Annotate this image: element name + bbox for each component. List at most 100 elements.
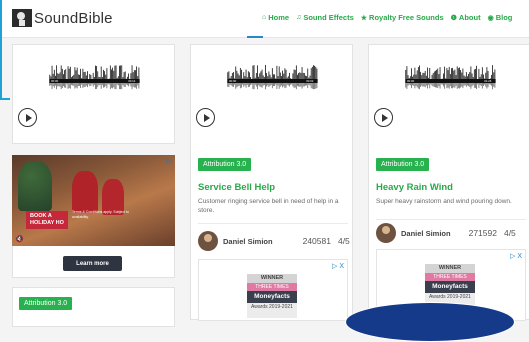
waveform-bar-reflection: [75, 83, 77, 88]
waveform[interactable]: 00:00 01:26: [373, 63, 528, 103]
waveform-bar-reflection: [289, 83, 290, 87]
avatar: [376, 223, 396, 243]
nav-label: Royalty Free Sounds: [369, 13, 444, 22]
waveform-bar-reflection: [257, 83, 258, 90]
waveform-bar-reflection: [463, 83, 465, 86]
waveform[interactable]: 00:00 00:02: [195, 63, 350, 103]
mute-icon[interactable]: 🔇: [15, 235, 24, 243]
waveform-bar-reflection: [113, 83, 115, 88]
ad-choices-icon[interactable]: ▷: [167, 157, 172, 165]
waveform-bar-reflection: [61, 83, 63, 88]
waveform-bar-reflection: [115, 83, 117, 90]
ad-choices-icon[interactable]: ▷ X: [510, 252, 522, 260]
author-row: Daniel Simion 240581 4/5: [198, 231, 350, 251]
waveform-bar-reflection: [79, 83, 80, 86]
nav-home[interactable]: ⌂ Home: [262, 13, 289, 22]
waveform-bar-reflection: [106, 83, 108, 89]
waveform-bar-reflection: [237, 83, 239, 87]
waveform-bar-reflection: [468, 83, 470, 87]
waveform-bar-reflection: [230, 83, 232, 86]
waveform-bar-reflection: [287, 83, 289, 86]
waveform-bar-reflection: [251, 83, 253, 85]
waveform-bar-reflection: [460, 83, 462, 88]
waveform-bar-reflection: [72, 83, 74, 86]
license-badge[interactable]: Attribution 3.0: [198, 158, 252, 171]
author-name[interactable]: Daniel Simion: [401, 229, 451, 238]
waveform-bar-reflection: [417, 83, 419, 89]
waveform-bar-reflection: [303, 83, 305, 87]
license-badge[interactable]: Attribution 3.0: [376, 158, 430, 171]
waveform-bar-reflection: [455, 83, 457, 86]
play-button[interactable]: [374, 108, 393, 127]
learn-more-button[interactable]: Learn more: [63, 256, 122, 271]
waveform-bar-reflection: [123, 83, 125, 87]
waveform-bar-reflection: [491, 83, 492, 86]
download-count: 240581: [302, 236, 331, 246]
waveform-bar-reflection: [292, 83, 294, 87]
award-badge: WINNER THREE TIMES Moneyfacts Awards 201…: [247, 274, 297, 318]
waveform-bar-reflection: [469, 83, 471, 87]
rating: 4/5: [337, 236, 350, 246]
nav-about[interactable]: ❶ About: [451, 13, 481, 22]
sound-title[interactable]: Heavy Rain Wind: [376, 182, 453, 193]
waveform-bar-reflection: [245, 83, 247, 88]
waveform-bar-reflection: [84, 83, 86, 87]
waveform-bar-reflection: [436, 83, 438, 88]
music-note-icon: ♫: [296, 14, 302, 21]
play-icon: [203, 113, 210, 122]
sound-title[interactable]: Service Bell Help: [198, 182, 275, 193]
nav-sound-effects[interactable]: ♫ Sound Effects: [296, 13, 354, 22]
waveform-bar-reflection: [51, 83, 53, 90]
time-start: 00:00: [229, 79, 237, 83]
waveform-bar-reflection: [64, 83, 66, 88]
time-start: 00:00: [51, 79, 59, 83]
ad-banner[interactable]: ▷ X WINNER THREE TIMES Moneyfacts Awards…: [198, 259, 348, 321]
license-badge[interactable]: Attribution 3.0: [19, 297, 73, 310]
waveform-bar-reflection: [99, 83, 101, 86]
waveform-bar-reflection: [279, 83, 281, 87]
waveform-bar-reflection: [247, 83, 249, 88]
waveform-bar-reflection: [310, 83, 312, 89]
waveform-bar-reflection: [56, 83, 58, 90]
waveform-bar-reflection: [69, 83, 71, 89]
author-name[interactable]: Daniel Simion: [223, 237, 273, 246]
waveform-bar-reflection: [451, 83, 452, 89]
waveform-bar-reflection: [87, 83, 88, 88]
waveform-bar-reflection: [103, 83, 104, 88]
award-line: Moneyfacts: [247, 291, 297, 303]
waveform-bar-reflection: [50, 83, 52, 86]
ad-choices-icon[interactable]: ▷ X: [332, 262, 344, 270]
waveform-bar-reflection: [413, 83, 415, 86]
waveform-bar-reflection: [254, 83, 256, 85]
waveform-bar-reflection: [290, 83, 292, 85]
waveform-bar-reflection: [252, 83, 254, 90]
waveform-bar-reflection: [472, 83, 474, 86]
waveform-bar-reflection: [308, 83, 310, 85]
nav-royalty-free[interactable]: ★ Royalty Free Sounds: [361, 13, 444, 22]
play-button[interactable]: [196, 108, 215, 127]
waveform-bar-reflection: [447, 83, 449, 88]
waveform-bar-reflection: [88, 83, 90, 85]
award-line: WINNER: [247, 274, 297, 283]
waveform-bar-reflection: [445, 83, 447, 85]
play-button[interactable]: [18, 108, 37, 127]
waveform-bar-reflection: [239, 83, 241, 89]
nav-blog[interactable]: ◉ Blog: [488, 13, 513, 22]
waveform-bar-reflection: [97, 83, 99, 88]
waveform-bar-reflection: [441, 83, 443, 85]
logo-icon: [12, 9, 32, 27]
divider: [376, 219, 526, 220]
waveform-bar-reflection: [275, 83, 277, 85]
promo-ad[interactable]: BOOK A HOLIDAY HO Terms & Conditions appl…: [12, 155, 175, 246]
waveform-bar-reflection: [465, 83, 467, 87]
nav-label: Blog: [495, 13, 513, 22]
waveform-bar-reflection: [231, 83, 233, 87]
waveform-bar-reflection: [307, 83, 309, 89]
waveform[interactable]: 00:00 00:14: [17, 63, 172, 103]
waveform-bar-reflection: [255, 83, 257, 87]
waveform-bar-reflection: [485, 83, 487, 87]
waveform-bar-reflection: [52, 83, 54, 87]
overlay-shape: [345, 302, 515, 342]
site-logo[interactable]: SoundBible: [12, 9, 113, 27]
waveform-bar-reflection: [250, 83, 252, 86]
